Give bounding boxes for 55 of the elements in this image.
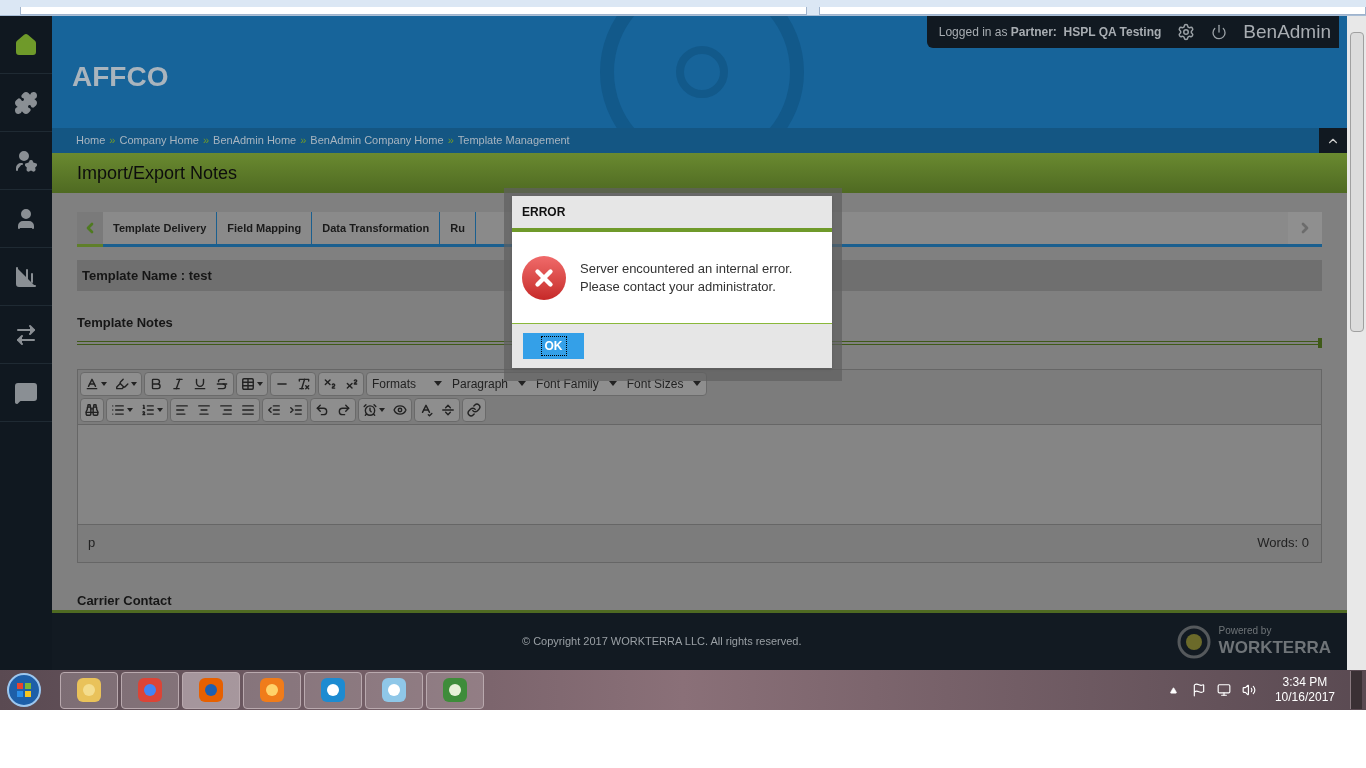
breadcrumb-link[interactable]: BenAdmin Company Home: [310, 132, 444, 149]
error-icon: [522, 255, 566, 300]
taskbar-app[interactable]: [182, 671, 240, 709]
breadcrumb-separator: »: [109, 133, 116, 149]
chat-icon: [14, 380, 38, 405]
notes-heading: Template Notes: [77, 314, 174, 333]
taskbar-app[interactable]: [426, 671, 484, 709]
user-star-icon: [14, 148, 38, 173]
breadcrumb-separator: »: [447, 133, 454, 149]
breadcrumb-link[interactable]: BenAdmin Home: [213, 132, 297, 149]
start-button[interactable]: [4, 672, 44, 708]
puzzle-icon: [14, 90, 38, 115]
breadcrumb-link[interactable]: Company Home: [119, 132, 199, 149]
breadcrumb-link[interactable]: Template Management: [457, 132, 570, 149]
format-dropdown[interactable]: Formats: [367, 372, 447, 395]
rich-text-editor[interactable]: Formats Paragraph Font Family Font Sizes p Words: 0: [77, 368, 1322, 563]
flag-icon[interactable]: [1191, 683, 1206, 697]
page-title: Import/Export Notes: [77, 161, 238, 185]
volume-icon[interactable]: [1241, 683, 1256, 697]
breadcrumb-separator: »: [202, 133, 210, 149]
breadcrumb-separator: »: [300, 133, 307, 149]
clock-time[interactable]: 3:34 PM: [1282, 675, 1328, 690]
app-name: BenAdmin: [1243, 19, 1331, 44]
taskbar-app[interactable]: [60, 671, 118, 709]
taskbar-app[interactable]: [121, 671, 179, 709]
bar-chart-icon: [14, 264, 38, 289]
powered-by-text: Powered by: [1218, 624, 1273, 638]
dialog-title: ERROR: [522, 204, 566, 221]
template-name: Template Name : test: [82, 266, 212, 285]
breadcrumb-link[interactable]: Home: [76, 132, 106, 149]
element-path: p: [88, 534, 96, 553]
error-message: Server encountered an internal error. Please contact your administrator.: [580, 259, 793, 296]
tab[interactable]: Field Mapping: [217, 212, 313, 245]
taskbar-app[interactable]: [365, 671, 423, 709]
brand-name: WORKTERRA: [1218, 637, 1331, 659]
tab[interactable]: Ru: [440, 212, 476, 245]
carrier-heading: Carrier Contact: [77, 591, 173, 610]
company-name: AFFCO: [72, 60, 169, 94]
tab[interactable]: Data Transformation: [312, 212, 441, 245]
taskbar-app[interactable]: [243, 671, 301, 709]
tab[interactable]: Template Delivery: [103, 212, 218, 245]
arrows-icon: [14, 322, 38, 347]
word-count: Words: 0: [1257, 534, 1309, 553]
workterra-logo-icon: [1176, 624, 1211, 659]
home-icon: [14, 32, 38, 57]
network-icon[interactable]: [1216, 683, 1231, 697]
power-icon[interactable]: [1211, 24, 1228, 40]
show-hidden-icons[interactable]: [1169, 686, 1177, 694]
taskbar-app[interactable]: [304, 671, 362, 709]
show-desktop-button[interactable]: [1350, 671, 1362, 709]
login-info: Logged in as Partner: HSPL QA Testing: [938, 24, 1162, 41]
clock-date[interactable]: 10/16/2017: [1274, 690, 1335, 705]
copyright-text: © Copyright 2017 WORKTERRA LLC. All rights reserved.: [522, 634, 802, 650]
settings-icon[interactable]: [1177, 23, 1196, 41]
ok-button[interactable]: OK: [523, 333, 584, 359]
